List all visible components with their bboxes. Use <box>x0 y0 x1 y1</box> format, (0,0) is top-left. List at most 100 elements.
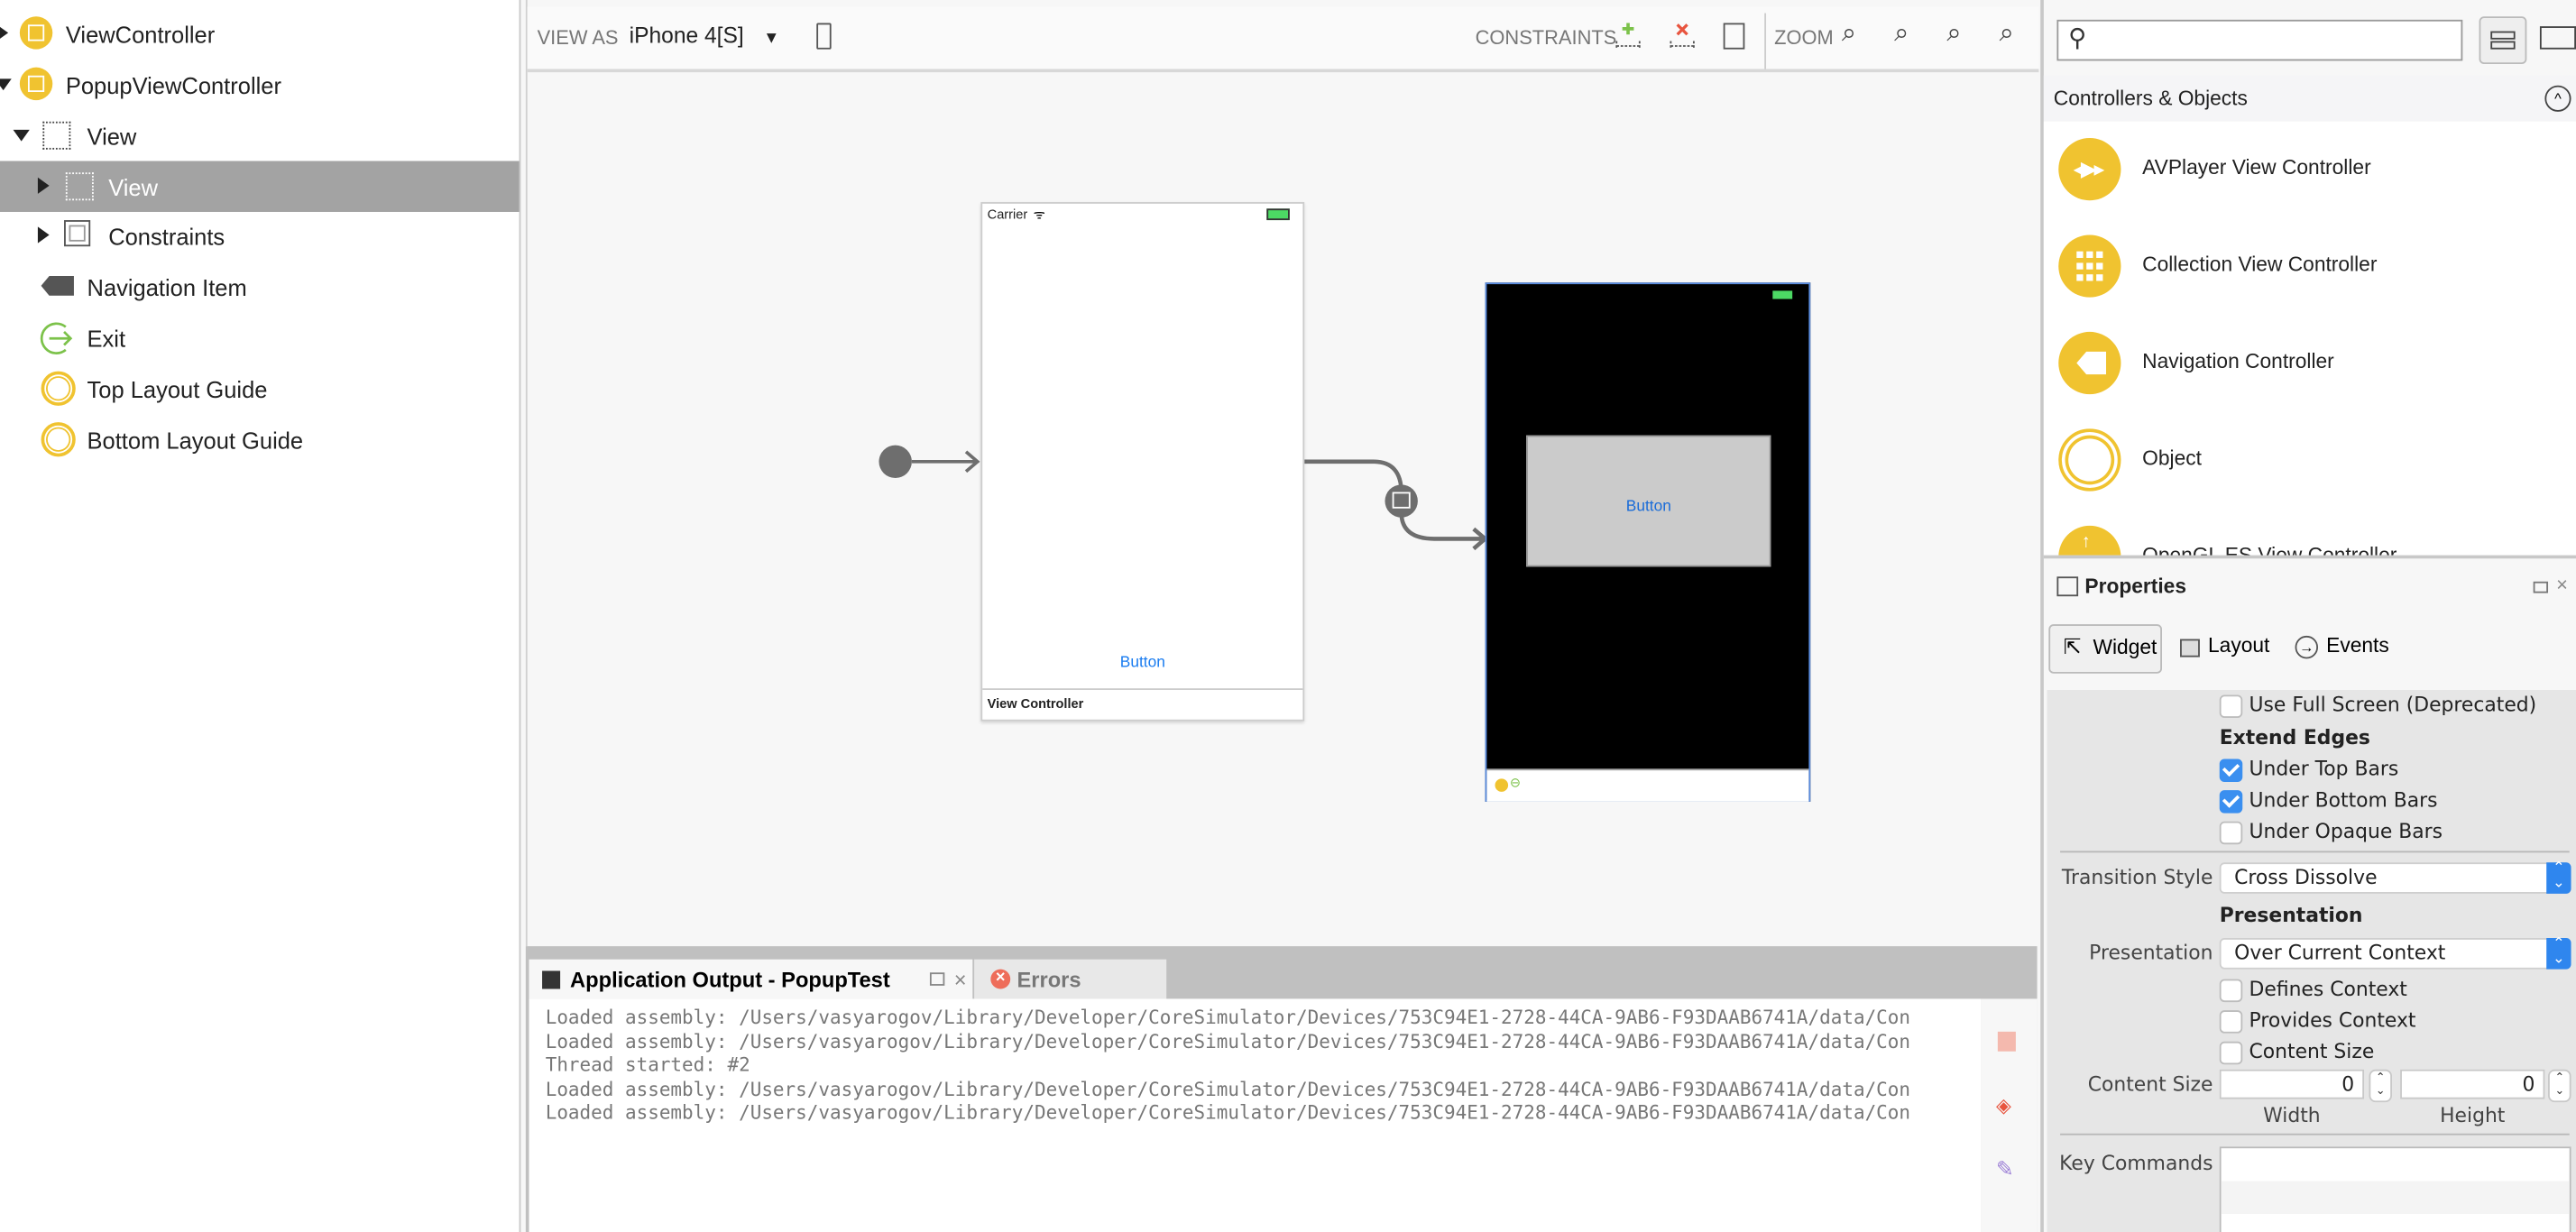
key-commands-list[interactable] <box>2219 1146 2571 1232</box>
scene-dock: View Controller <box>982 688 1303 721</box>
expander-icon[interactable] <box>37 177 50 194</box>
toolbox-item-opengl[interactable]: ↑ OpenGL ES View Controller <box>2043 509 2576 556</box>
key-commands-label: Key Commands <box>2059 1151 2213 1175</box>
outline-item-popupviewcontroller[interactable]: PopupViewController <box>0 60 520 110</box>
content-size-checkbox[interactable] <box>2219 1041 2243 1065</box>
checkbox-label: Under Bottom Bars <box>2249 788 2438 812</box>
height-input[interactable]: 0 <box>2400 1069 2545 1099</box>
scene2-button[interactable]: Button <box>1528 498 1770 516</box>
events-icon: → <box>2295 635 2319 659</box>
stop-icon[interactable] <box>1997 1031 2016 1052</box>
tab-widget[interactable]: ⇱ Widget <box>2048 624 2163 674</box>
exit-icon[interactable]: ⊖ <box>1510 776 1521 790</box>
presentation-select[interactable]: Over Current Context ⌃ ⌄ <box>2219 937 2571 970</box>
view-controller-icon <box>19 16 53 50</box>
scene-dock: ⊖ <box>1486 768 1809 802</box>
pointer-icon: ⇱ <box>2063 634 2082 659</box>
battery-icon <box>1772 290 1793 299</box>
panel-splitter[interactable] <box>2043 555 2576 559</box>
toolbox-item-collection-view-controller[interactable]: Collection View Controller <box>2043 218 2576 316</box>
outline-item-bottom-layout-guide[interactable]: Bottom Layout Guide <box>0 414 520 464</box>
output-line: Loaded assembly: /Users/vasyarogov/Libra… <box>545 1029 1911 1053</box>
clear-icon[interactable]: ◈ <box>1996 1094 2011 1117</box>
close-icon[interactable]: × <box>2556 574 2568 597</box>
output-console[interactable]: Loaded assembly: /Users/vasyarogov/Libra… <box>529 998 1982 1232</box>
toolbox-search-input[interactable]: ⚲ <box>2056 19 2463 61</box>
entry-point-icon[interactable] <box>879 445 912 479</box>
scene-view-controller[interactable]: Carrier ᯤ Button View Controller <box>980 202 1305 722</box>
view-controller-icon <box>19 67 53 101</box>
layout-icon <box>2180 639 2200 657</box>
view-controller-icon[interactable] <box>1495 778 1509 792</box>
tab-label: Widget <box>2093 635 2157 659</box>
scene1-button[interactable]: Button <box>982 654 1302 672</box>
tab-errors[interactable]: × Errors <box>974 959 1167 999</box>
item-label: Navigation Controller <box>2142 349 2334 373</box>
toolbox-item-navigation-controller[interactable]: Navigation Controller <box>2043 315 2576 413</box>
outline-item-label: View <box>108 173 159 200</box>
under-bottom-bars-checkbox[interactable] <box>2219 790 2243 814</box>
document-outline: ViewController PopupViewController View … <box>0 0 521 1232</box>
scene-popup-view-controller[interactable]: Button ⊖ <box>1485 282 1811 802</box>
height-stepper[interactable]: ⌃ ⌄ <box>2548 1069 2571 1103</box>
output-line: Loaded assembly: /Users/vasyarogov/Libra… <box>545 1100 1911 1124</box>
list-view-button[interactable] <box>2479 16 2527 65</box>
toolbox-item-object[interactable]: Object <box>2043 412 2576 510</box>
battery-icon <box>1266 208 1290 221</box>
checkbox-label: Under Top Bars <box>2249 757 2399 781</box>
under-top-bars-checkbox[interactable] <box>2219 759 2243 783</box>
close-icon[interactable]: × <box>954 967 967 991</box>
provides-context-checkbox[interactable] <box>2219 1010 2243 1034</box>
outline-item-label: PopupViewController <box>65 71 281 98</box>
outline-item-viewcontroller[interactable]: ViewController <box>0 8 520 59</box>
storyboard-canvas[interactable]: VIEW AS iPhone 4[S] ▼ CONSTRAINTS ZOOM ⌕… <box>525 0 2039 947</box>
toolbox-section-header[interactable]: Controllers & Objects ^ <box>2043 75 2576 122</box>
outline-item-label: Navigation Item <box>87 273 247 300</box>
status-bar-carrier: Carrier <box>987 207 1028 222</box>
width-input[interactable]: 0 <box>2219 1069 2365 1099</box>
output-toolbar: ◈ ✎ <box>1981 998 2038 1232</box>
tab-label: Events <box>2326 634 2389 657</box>
maximize-icon[interactable] <box>2533 581 2549 593</box>
outline-item-exit[interactable]: Exit <box>0 312 520 363</box>
entry-arrow <box>911 450 980 473</box>
grid-view-icon[interactable] <box>2539 26 2576 50</box>
tab-events[interactable]: → Events <box>2290 624 2406 670</box>
use-full-screen-checkbox[interactable] <box>2219 694 2243 718</box>
properties-title: Properties <box>2084 575 2187 599</box>
extend-edges-heading: Extend Edges <box>2219 726 2370 749</box>
outline-item-navigation-item[interactable]: Navigation Item <box>0 262 520 312</box>
checkbox-label: Provides Context <box>2249 1008 2416 1032</box>
pin-icon[interactable]: ✎ <box>1996 1156 2014 1182</box>
divider <box>2060 850 2570 853</box>
outline-item-subview[interactable]: View <box>0 161 520 212</box>
outline-item-constraints[interactable]: Constraints <box>0 210 520 261</box>
collapse-icon[interactable]: ^ <box>2544 85 2571 112</box>
outline-item-view[interactable]: View <box>0 110 520 161</box>
width-stepper[interactable]: ⌃ ⌄ <box>2369 1069 2393 1103</box>
popup-subview[interactable]: Button <box>1526 435 1771 567</box>
properties-body: Use Full Screen (Deprecated) Extend Edge… <box>2047 690 2576 1232</box>
transition-style-select[interactable]: Cross Dissolve ⌃ ⌄ <box>2219 861 2571 894</box>
select-value: Cross Dissolve <box>2234 865 2378 889</box>
maximize-icon[interactable] <box>929 972 944 986</box>
select-arrows-icon: ⌃ ⌄ <box>2546 937 2571 970</box>
expander-icon[interactable] <box>37 226 50 244</box>
terminal-icon <box>542 970 561 988</box>
outline-item-top-layout-guide[interactable]: Top Layout Guide <box>0 363 520 414</box>
checkbox-label: Under Opaque Bars <box>2249 819 2443 843</box>
expander-icon[interactable] <box>13 129 30 142</box>
under-opaque-bars-checkbox[interactable] <box>2219 821 2243 845</box>
tab-layout[interactable]: Layout <box>2176 624 2281 670</box>
segue-line <box>1302 459 1403 493</box>
defines-context-checkbox[interactable] <box>2219 979 2243 1003</box>
expander-icon[interactable] <box>0 24 9 41</box>
segue-modal-icon[interactable] <box>1385 484 1418 518</box>
checkbox-label: Use Full Screen (Deprecated) <box>2249 693 2537 717</box>
tab-application-output[interactable]: Application Output - PopupTest × <box>529 959 973 999</box>
height-label: Height <box>2440 1104 2506 1127</box>
tab-label: Layout <box>2208 634 2270 657</box>
expander-icon[interactable] <box>0 78 12 91</box>
toolbox-item-avplayer[interactable]: ◂▶▸ AVPlayer View Controller <box>2043 121 2576 219</box>
item-label: Collection View Controller <box>2142 253 2378 277</box>
